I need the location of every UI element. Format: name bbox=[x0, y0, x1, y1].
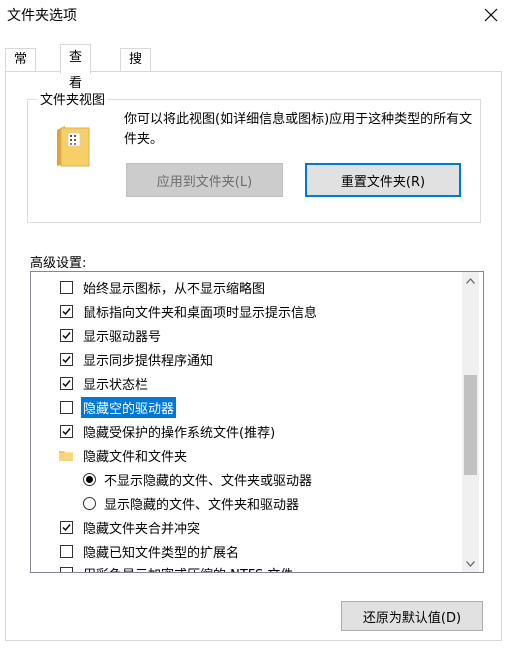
apply-to-folders-label: 应用到文件夹(L) bbox=[156, 174, 253, 190]
check-icon bbox=[62, 524, 71, 532]
list-item-label: 隐藏文件夹合并冲突 bbox=[83, 522, 201, 537]
check-icon bbox=[62, 356, 71, 364]
chevron-down-icon bbox=[466, 560, 475, 567]
check-icon bbox=[62, 428, 71, 436]
list-item-label: 隐藏空的驱动器 bbox=[81, 397, 177, 418]
restore-defaults-button[interactable]: 还原为默认值(D) bbox=[341, 601, 483, 631]
advanced-settings-label: 高级设置: bbox=[30, 256, 87, 271]
checkbox[interactable] bbox=[60, 281, 73, 294]
tab-search[interactable]: 搜索 bbox=[120, 48, 152, 89]
reset-folders-label: 重置文件夹(R) bbox=[340, 174, 426, 190]
check-icon bbox=[62, 332, 71, 340]
checkbox[interactable] bbox=[60, 401, 73, 414]
reset-folders-button[interactable]: 重置文件夹(R) bbox=[305, 163, 461, 197]
chevron-up-icon bbox=[466, 277, 475, 284]
close-button[interactable] bbox=[468, 0, 514, 30]
list-item-label: 隐藏受保护的操作系统文件(推荐) bbox=[83, 426, 276, 441]
list-item-label: 鼠标指向文件夹和桌面项时显示提示信息 bbox=[83, 306, 318, 321]
list-item-label: 用彩色显示加密或压缩的 NTFS 文件 bbox=[83, 564, 293, 572]
check-icon bbox=[62, 308, 71, 316]
list-item-label: 显示状态栏 bbox=[83, 378, 149, 393]
scroll-thumb[interactable] bbox=[464, 375, 477, 475]
checkbox[interactable] bbox=[60, 329, 73, 342]
window-title: 文件夹选项 bbox=[7, 8, 77, 24]
folder-views-description: 你可以将此视图(如详细信息或图标)应用于这种类型的所有文件夹。 bbox=[124, 112, 473, 147]
tab-view[interactable]: 查看 bbox=[60, 44, 92, 91]
list-item-label: 显示同步提供程序通知 bbox=[83, 354, 214, 369]
checkbox[interactable] bbox=[60, 425, 73, 438]
checkbox[interactable] bbox=[60, 377, 73, 390]
radio-button[interactable] bbox=[83, 473, 96, 486]
apply-to-folders-button[interactable]: 应用到文件夹(L) bbox=[126, 163, 283, 197]
check-icon bbox=[62, 380, 71, 388]
list-item-label: 显示隐藏的文件、文件夹和驱动器 bbox=[104, 498, 300, 513]
list-item-label: 隐藏已知文件类型的扩展名 bbox=[83, 546, 240, 561]
title-bar: 文件夹选项 bbox=[0, 0, 514, 34]
checkbox[interactable] bbox=[60, 353, 73, 366]
list-item-label: 不显示隐藏的文件、文件夹或驱动器 bbox=[104, 474, 313, 489]
list-item-label: 显示驱动器号 bbox=[83, 330, 162, 345]
checkbox[interactable] bbox=[60, 545, 73, 558]
folder-icon bbox=[59, 451, 73, 461]
scroll-up-button[interactable] bbox=[462, 272, 479, 289]
checkbox[interactable] bbox=[60, 521, 73, 534]
list-item-label: 始终显示图标，从不显示缩略图 bbox=[83, 282, 266, 297]
scroll-down-button[interactable] bbox=[462, 555, 479, 572]
restore-defaults-label: 还原为默认值(D) bbox=[362, 610, 462, 626]
folder-view-icon bbox=[57, 126, 90, 167]
list-item-label: 隐藏文件和文件夹 bbox=[83, 450, 188, 465]
radio-dot bbox=[86, 476, 93, 483]
radio-button[interactable] bbox=[83, 497, 96, 510]
checkbox[interactable] bbox=[60, 567, 73, 572]
advanced-settings-list[interactable]: 始终显示图标，从不显示缩略图 鼠标指向文件夹和桌面项时显示提示信息 显示驱动器号… bbox=[30, 271, 484, 573]
tab-view-label: 查看 bbox=[69, 50, 83, 91]
close-icon bbox=[484, 8, 498, 22]
checkbox[interactable] bbox=[60, 305, 73, 318]
list-scrollbar[interactable] bbox=[462, 272, 479, 572]
tab-general[interactable]: 常规 bbox=[5, 48, 37, 89]
